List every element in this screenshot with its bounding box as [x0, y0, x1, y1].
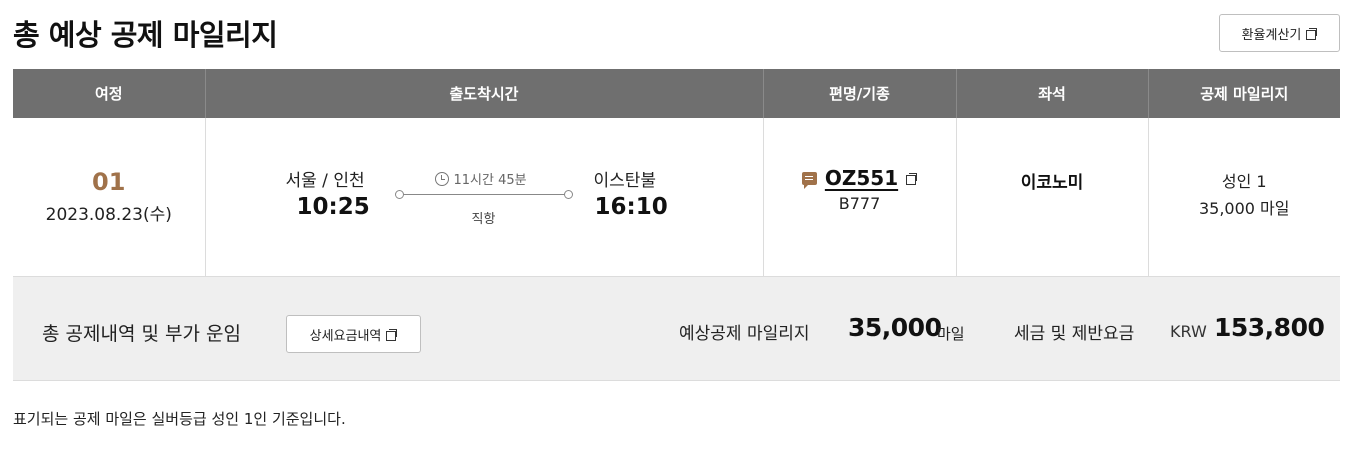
arrival-city: 이스탄불: [593, 171, 657, 191]
mileage-cell: 성인 1 35,000 마일: [1147, 118, 1340, 277]
page-title: 총 예상 공제 마일리지: [13, 18, 278, 52]
duration-text: 11시간 45분: [453, 173, 527, 188]
passenger-count: 성인 1: [1221, 172, 1267, 191]
aircraft-type: B777: [838, 194, 881, 213]
new-window-icon: [1306, 27, 1318, 40]
flight-duration: 11시간 45분: [434, 169, 527, 188]
flight-cell: OZ551 B777: [762, 118, 956, 277]
expected-mileage-value: 35,000: [848, 313, 942, 342]
segment-date: 2023.08.23(수): [45, 205, 172, 225]
header-flight: 편명/기종: [762, 69, 956, 118]
time-cell: 서울 / 인천 10:25 11시간 45분 직항 이스탄불 16:10: [204, 118, 763, 277]
header-seat: 좌석: [955, 69, 1148, 118]
itinerary-table: 여정 출도착시간 편명/기종 좌석 공제 마일리지 01 2023.08.23(…: [13, 69, 1340, 277]
new-window-icon[interactable]: [906, 172, 918, 185]
fare-detail-button[interactable]: 상세요금내역: [286, 315, 421, 353]
summary-label: 총 공제내역 및 부가 운임: [42, 323, 241, 345]
exchange-calculator-button[interactable]: 환율계산기: [1219, 14, 1340, 52]
expected-mileage-unit: 마일: [937, 325, 965, 343]
departure-city: 서울 / 인천: [285, 171, 365, 191]
header-times: 출도착시간: [204, 69, 763, 118]
segment-number: 01: [92, 168, 126, 196]
fare-detail-label: 상세요금내역: [309, 327, 382, 343]
itinerary-cell: 01 2023.08.23(수): [13, 118, 205, 277]
origin-dot: [394, 190, 404, 199]
memo-icon: [801, 171, 817, 189]
seat-cell: 이코노미: [955, 118, 1148, 277]
stop-type: 직항: [471, 212, 496, 227]
header-mileage: 공제 마일리지: [1147, 69, 1340, 118]
route-line: [394, 190, 573, 199]
tax-currency: KRW: [1170, 322, 1207, 341]
table-header-row: 여정 출도착시간 편명/기종 좌석 공제 마일리지: [13, 69, 1340, 118]
clock-icon: [434, 171, 449, 186]
flight-number-link[interactable]: OZ551: [825, 166, 898, 190]
cabin-class: 이코노미: [1020, 173, 1084, 193]
departure-time: 10:25: [296, 194, 370, 220]
header-itinerary: 여정: [13, 69, 205, 118]
footnote: 표기되는 공제 마일은 실버등급 성인 1인 기준입니다.: [13, 410, 346, 428]
exchange-calculator-label: 환율계산기: [1241, 26, 1302, 42]
arrival-time: 16:10: [594, 194, 668, 220]
summary-panel: 총 공제내역 및 부가 운임 상세요금내역 예상공제 마일리지 35,000 마…: [13, 277, 1340, 381]
tax-label: 세금 및 제반요금: [1014, 324, 1135, 344]
new-window-icon: [386, 328, 398, 341]
expected-mileage-label: 예상공제 마일리지: [679, 324, 810, 344]
destination-dot: [563, 190, 573, 199]
tax-value: 153,800: [1214, 313, 1325, 342]
deduction-mileage: 35,000 마일: [1198, 199, 1290, 218]
table-row: 01 2023.08.23(수) 서울 / 인천 10:25 11시간 45분 …: [13, 118, 1340, 277]
flight-number-row: OZ551: [764, 166, 956, 190]
